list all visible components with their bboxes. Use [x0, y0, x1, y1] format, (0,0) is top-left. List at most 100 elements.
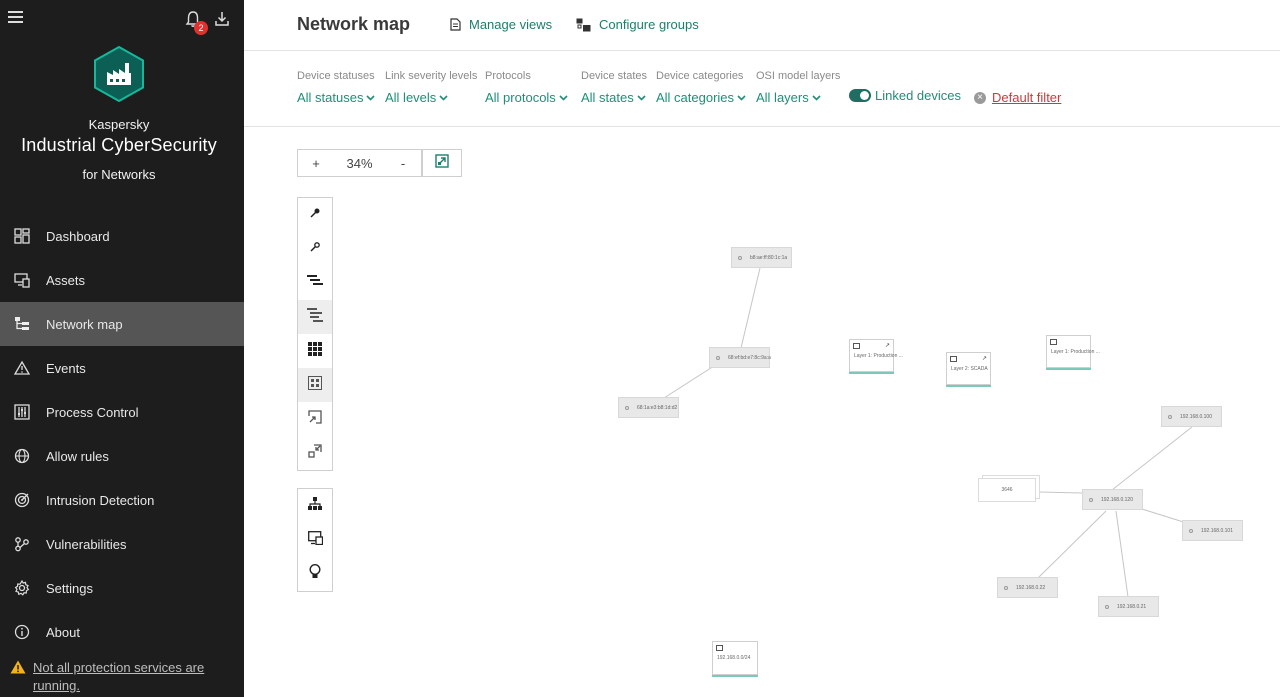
link[interactable] — [663, 365, 715, 399]
sidebar-item-events[interactable]: Events — [0, 346, 244, 390]
sidebar-item-dashboard[interactable]: Dashboard — [0, 214, 244, 258]
manage-views-link[interactable]: Manage views — [450, 17, 552, 32]
network-map-canvas[interactable]: b8:ae:ff:80:1c:1a 68:ef:bd:e7:8c:9a:a 68… — [244, 128, 1280, 697]
window-icon — [950, 356, 957, 362]
window-icon — [853, 343, 860, 349]
filter-protocols: Protocols All protocols — [485, 70, 568, 105]
group-label: Layer 1: Production ... — [854, 353, 903, 359]
device-group[interactable]: ↗ Layer 2: SCADA — [946, 352, 991, 385]
sidebar-item-label: Network map — [46, 316, 123, 332]
group-label: Layer 2: SCADA — [951, 366, 988, 372]
sidebar-item-vulnerabilities[interactable]: Vulnerabilities — [0, 522, 244, 566]
device-node[interactable]: 68:1a:e3:b8:1d:d2 — [618, 397, 679, 418]
manage-views-label: Manage views — [469, 17, 553, 32]
filter-label: Device statuses — [297, 70, 375, 82]
filter-device-states: Device states All states — [581, 70, 647, 105]
protection-warning-link[interactable]: Not all protection services are running. — [33, 659, 240, 695]
linked-devices-toggle[interactable]: Linked devices — [849, 88, 961, 103]
device-states-dropdown[interactable]: All states — [581, 90, 647, 105]
link[interactable] — [1111, 426, 1193, 491]
chevron-down-icon — [812, 94, 821, 101]
dropdown-value: All statuses — [297, 90, 364, 105]
sidebar-item-label: Vulnerabilities — [46, 536, 127, 552]
toggle-switch[interactable] — [849, 89, 871, 102]
link-severity-dropdown[interactable]: All levels — [385, 90, 477, 105]
chevron-down-icon — [737, 94, 746, 101]
device-node[interactable]: b8:ae:ff:80:1c:1a — [731, 247, 792, 268]
device-node[interactable]: 192.168.0.21 — [1098, 596, 1159, 617]
filter-osi-layers: OSI model layers All layers — [756, 70, 840, 105]
sidebar-item-intrusion-detection[interactable]: Intrusion Detection — [0, 478, 244, 522]
sidebar-top-bar: 2 — [0, 0, 244, 40]
node-label: 192.168.0.101 — [1201, 527, 1233, 534]
sidebar-item-label: Events — [46, 360, 86, 376]
dropdown-value: All levels — [385, 90, 437, 105]
link[interactable] — [1038, 491, 1083, 494]
default-filter-link[interactable]: Default filter — [992, 90, 1061, 105]
device-categories-dropdown[interactable]: All categories — [656, 90, 746, 105]
hamburger-menu-icon[interactable] — [8, 11, 23, 24]
dashboard-icon — [14, 228, 30, 244]
dropdown-value: All protocols — [485, 90, 556, 105]
chevron-down-icon — [366, 94, 376, 101]
filter-label: Protocols — [485, 70, 531, 82]
chevron-down-icon — [439, 94, 448, 101]
filter-device-statuses: Device statuses All statuses — [297, 70, 376, 105]
filter-device-categories: Device categories All categories — [656, 70, 746, 105]
device-group[interactable]: ↗ Layer 1: Production ... — [849, 339, 903, 372]
chevron-down-icon — [559, 94, 568, 101]
protection-warning: Not all protection services are running. — [10, 659, 240, 695]
filter-label: OSI model layers — [756, 70, 841, 82]
dropdown-value: All layers — [756, 90, 809, 105]
sidebar-item-label: Dashboard — [46, 228, 110, 244]
device-node[interactable]: 192.168.0.22 — [997, 577, 1058, 598]
device-node[interactable]: 192.168.0.101 — [1182, 520, 1243, 541]
linked-devices-label: Linked devices — [875, 88, 961, 103]
kaspersky-factory-logo-icon — [92, 45, 146, 103]
osi-layers-dropdown[interactable]: All layers — [756, 90, 840, 105]
sidebar-item-label: Assets — [46, 272, 86, 288]
node-label: b8:ae:ff:80:1c:1a — [750, 254, 788, 261]
node-label: 68:ef:bd:e7:8c:9a:a — [728, 354, 771, 361]
device-group[interactable]: Layer 1: Production ... — [1046, 335, 1100, 368]
device-node[interactable]: 192.168.0.100 — [1161, 406, 1222, 427]
device-stack[interactable]: 3646 — [978, 478, 1036, 502]
sidebar-item-allow-rules[interactable]: Allow rules — [0, 434, 244, 478]
window-icon — [1050, 339, 1057, 345]
sidebar-item-network-map[interactable]: Network map — [0, 302, 244, 346]
device-node[interactable]: 192.168.0.120 — [1082, 489, 1143, 510]
events-icon — [14, 360, 30, 376]
stack-label: 3646 — [1001, 487, 1013, 493]
sidebar-item-assets[interactable]: Assets — [0, 258, 244, 302]
dropdown-value: All categories — [656, 90, 735, 105]
sidebar-item-label: Settings — [46, 580, 93, 596]
vulnerabilities-icon — [14, 536, 30, 552]
node-label: 192.168.0.100 — [1180, 413, 1212, 420]
link[interactable] — [740, 267, 761, 349]
info-icon — [14, 624, 30, 640]
close-icon[interactable]: × — [974, 91, 986, 104]
sidebar-item-settings[interactable]: Settings — [0, 566, 244, 610]
device-statuses-dropdown[interactable]: All statuses — [297, 90, 376, 105]
device-node[interactable]: 68:ef:bd:e7:8c:9a:a — [709, 347, 771, 368]
link[interactable] — [1115, 510, 1129, 598]
download-icon[interactable] — [214, 10, 230, 28]
link[interactable] — [1037, 510, 1107, 579]
sidebar-item-about[interactable]: About — [0, 610, 244, 654]
configure-groups-label: Configure groups — [599, 17, 699, 32]
device-group[interactable]: 192.168.0.0/24 — [712, 641, 758, 675]
filter-bar: Device statuses All statuses Link severi… — [244, 52, 1280, 127]
sidebar-item-label: Intrusion Detection — [46, 492, 155, 508]
filter-link-severity: Link severity levels All levels — [385, 70, 477, 105]
expand-arrow-icon: ↗ — [884, 343, 890, 349]
dropdown-value: All states — [581, 90, 634, 105]
protocols-dropdown[interactable]: All protocols — [485, 90, 568, 105]
sidebar-item-process-control[interactable]: Process Control — [0, 390, 244, 434]
gear-icon — [14, 580, 30, 596]
target-icon — [14, 492, 30, 508]
group-label: 192.168.0.0/24 — [717, 655, 751, 661]
expand-arrow-icon: ↗ — [981, 356, 987, 362]
assets-icon — [14, 272, 30, 288]
sidebar-item-label: Process Control — [46, 404, 139, 420]
configure-groups-link[interactable]: Configure groups — [576, 17, 699, 32]
